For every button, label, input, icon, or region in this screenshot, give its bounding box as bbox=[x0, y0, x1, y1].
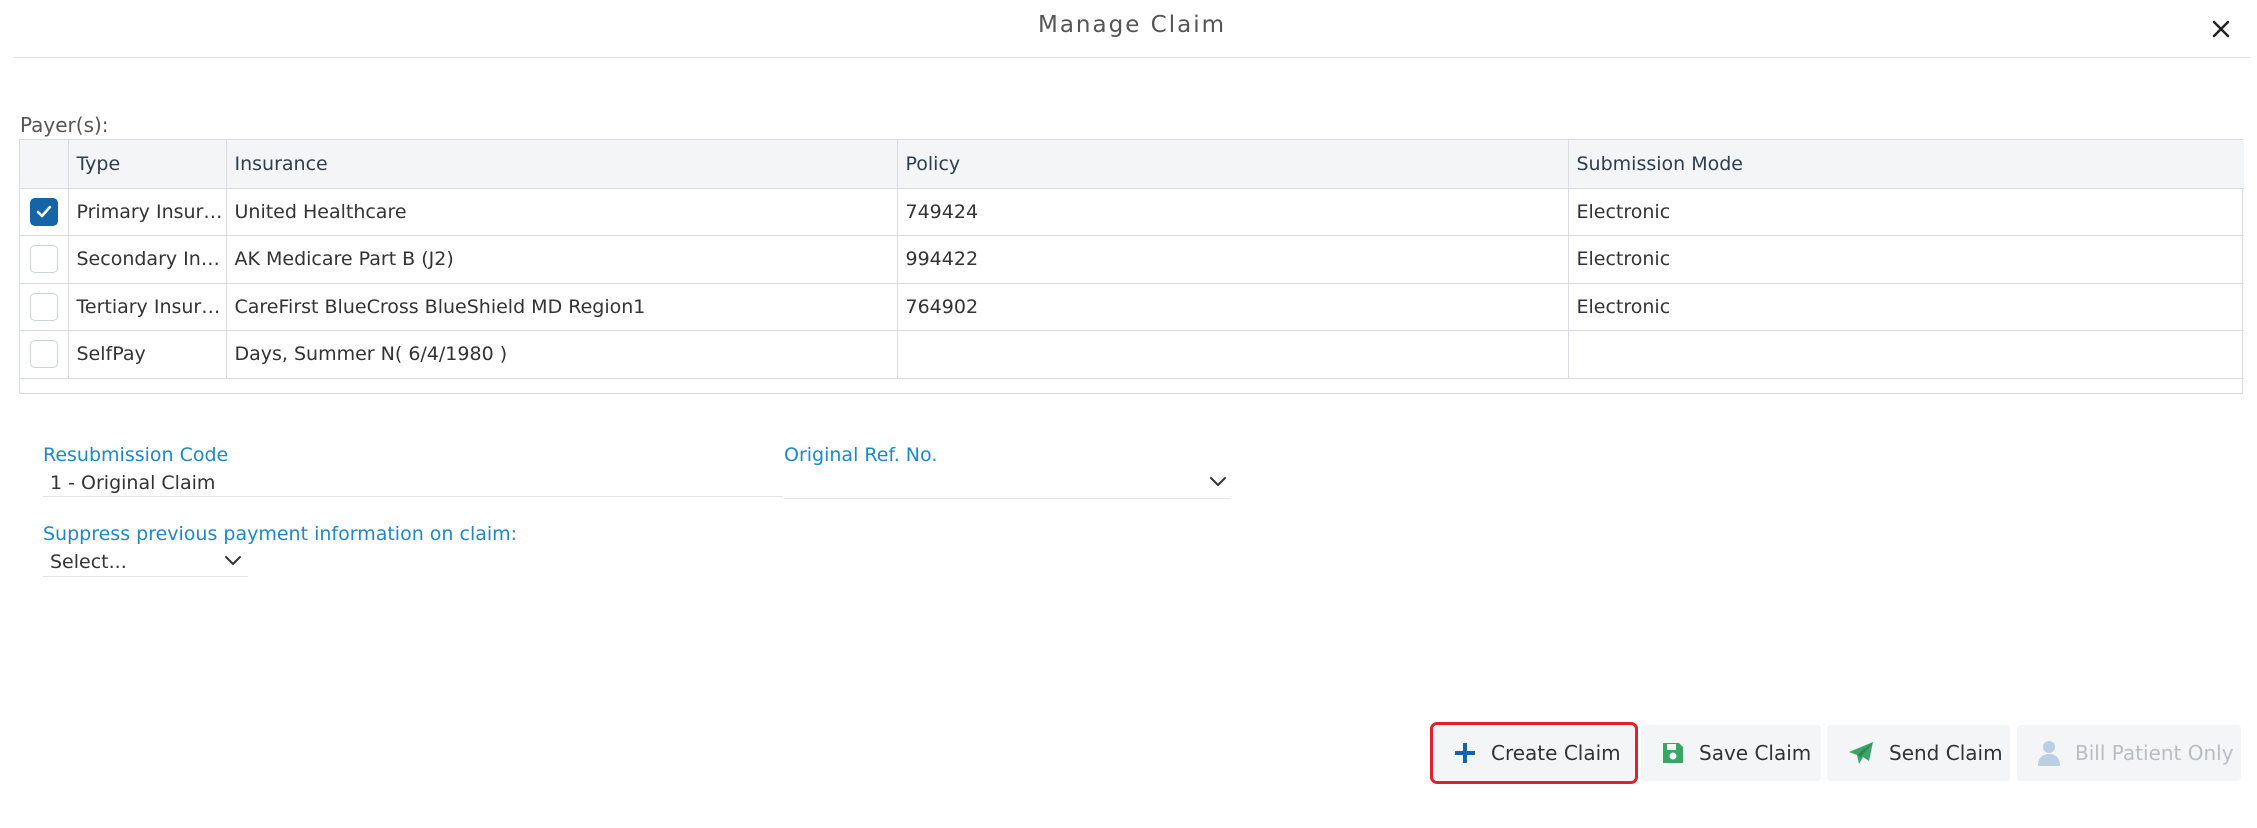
create-claim-button[interactable]: Create Claim bbox=[1430, 722, 1638, 784]
original-ref-input[interactable] bbox=[790, 472, 1020, 498]
cell-insurance: Days, Summer N( 6/4/1980 ) bbox=[226, 330, 898, 379]
cell-submission-mode: Electronic bbox=[1568, 283, 2244, 331]
resubmission-underline bbox=[43, 496, 783, 497]
table-row[interactable]: SelfPay Days, Summer N( 6/4/1980 ) bbox=[20, 330, 2244, 379]
suppress-underline bbox=[43, 576, 248, 577]
cell-submission-mode: Electronic bbox=[1568, 188, 2244, 236]
table-row[interactable]: Tertiary Insura... CareFirst BlueCross B… bbox=[20, 283, 2244, 331]
resubmission-code-field[interactable]: 1 - Original Claim bbox=[50, 472, 215, 494]
user-icon bbox=[2037, 740, 2061, 766]
grid-header-row: Type Insurance Policy Submission Mode bbox=[20, 140, 2244, 189]
row-checkbox[interactable] bbox=[29, 340, 58, 369]
chevron-down-icon bbox=[225, 556, 241, 565]
table-row[interactable]: Secondary Ins... AK Medicare Part B (J2)… bbox=[20, 235, 2244, 284]
close-button[interactable] bbox=[2208, 16, 2234, 42]
dialog-header: Manage Claim bbox=[14, 0, 2250, 58]
cell-insurance: AK Medicare Part B (J2) bbox=[226, 235, 898, 284]
column-header-submission-mode[interactable]: Submission Mode bbox=[1568, 140, 2244, 189]
dialog-title: Manage Claim bbox=[1037, 12, 1226, 38]
column-header-select bbox=[20, 140, 69, 189]
send-icon bbox=[1847, 740, 1875, 766]
payers-grid: Type Insurance Policy Submission Mode Pr… bbox=[19, 139, 2244, 394]
original-ref-dropdown[interactable] bbox=[1208, 474, 1228, 493]
cell-type: Secondary Ins... bbox=[68, 235, 227, 284]
cell-type: SelfPay bbox=[68, 330, 227, 379]
cell-policy bbox=[897, 330, 1569, 379]
create-claim-label: Create Claim bbox=[1491, 741, 1621, 765]
close-icon bbox=[2212, 20, 2230, 38]
original-ref-label: Original Ref. No. bbox=[784, 444, 938, 466]
send-claim-button[interactable]: Send Claim bbox=[1827, 725, 2010, 781]
row-checkbox[interactable] bbox=[29, 292, 58, 321]
chevron-down-icon bbox=[1210, 477, 1226, 486]
suppress-payment-select[interactable]: Select... bbox=[50, 551, 127, 573]
column-header-policy[interactable]: Policy bbox=[897, 140, 1569, 189]
column-header-insurance[interactable]: Insurance bbox=[226, 140, 898, 189]
row-checkbox[interactable] bbox=[29, 245, 58, 274]
save-icon bbox=[1661, 741, 1685, 765]
check-icon bbox=[36, 205, 51, 217]
save-claim-label: Save Claim bbox=[1699, 741, 1812, 765]
column-header-type[interactable]: Type bbox=[68, 140, 227, 189]
cell-policy: 749424 bbox=[897, 188, 1569, 236]
table-row[interactable]: Primary Insura... United Healthcare 7494… bbox=[20, 188, 2244, 236]
cell-submission-mode bbox=[1568, 330, 2244, 379]
original-ref-underline bbox=[784, 498, 1022, 499]
row-checkbox[interactable] bbox=[29, 197, 58, 226]
suppress-payment-label: Suppress previous payment information on… bbox=[43, 523, 518, 545]
bill-patient-only-label: Bill Patient Only bbox=[2075, 741, 2234, 765]
cell-policy: 764902 bbox=[897, 283, 1569, 331]
cell-type: Primary Insura... bbox=[68, 188, 227, 236]
plus-icon bbox=[1453, 741, 1477, 765]
payers-label: Payer(s): bbox=[20, 113, 109, 137]
cell-policy: 994422 bbox=[897, 235, 1569, 284]
suppress-dropdown-toggle[interactable] bbox=[223, 553, 243, 572]
dropdown-underline bbox=[1022, 498, 1230, 499]
cell-type: Tertiary Insura... bbox=[68, 283, 227, 331]
save-claim-button[interactable]: Save Claim bbox=[1641, 725, 1821, 781]
resubmission-code-label: Resubmission Code bbox=[43, 444, 229, 466]
bill-patient-only-button[interactable]: Bill Patient Only bbox=[2017, 725, 2241, 781]
cell-insurance: United Healthcare bbox=[226, 188, 898, 236]
send-claim-label: Send Claim bbox=[1889, 741, 2003, 765]
cell-insurance: CareFirst BlueCross BlueShield MD Region… bbox=[226, 283, 898, 331]
cell-submission-mode: Electronic bbox=[1568, 235, 2244, 284]
